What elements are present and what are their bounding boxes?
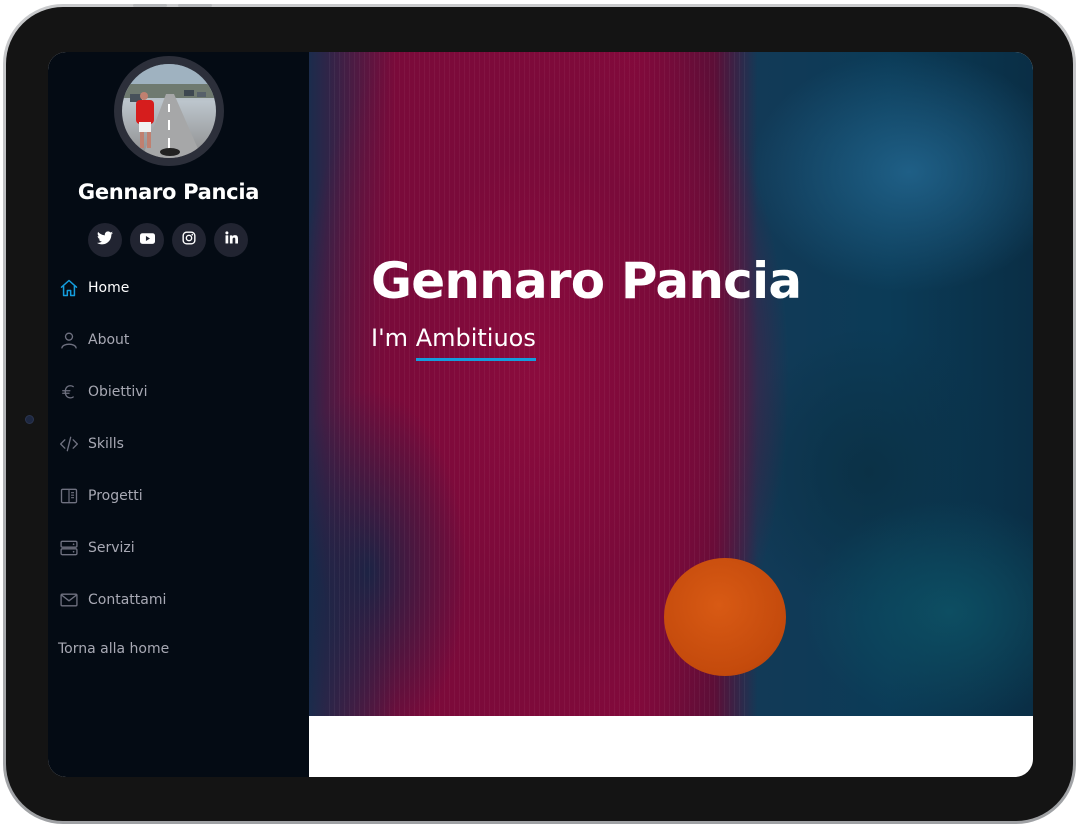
linkedin-icon [224,231,238,249]
linkedin-link[interactable] [214,223,248,257]
home-icon [58,277,80,299]
twitter-link[interactable] [88,223,122,257]
typed-text: Ambitiuos [415,324,537,361]
nav-item-about[interactable]: About [58,324,129,356]
screen: Gennaro Pancia Home About Obiettivi Skil… [48,52,1033,777]
hero-subtitle: I'm Ambitiuos [371,324,537,361]
back-home-link[interactable]: Torna alla home [58,641,169,657]
camera-icon [25,415,34,424]
nav-item-obiettivi[interactable]: Obiettivi [58,376,147,408]
hero-section: Gennaro Pancia I'm Ambitiuos [309,52,1033,716]
profile-photo [122,64,216,158]
youtube-link[interactable] [130,223,164,257]
instagram-link[interactable] [172,223,206,257]
nav-label: Contattami [88,592,167,608]
sidebar: Gennaro Pancia Home About Obiettivi Skil… [48,52,309,777]
code-icon [58,433,80,455]
euro-icon [58,381,80,403]
layout-icon [58,485,80,507]
nav-label: About [88,332,130,348]
nav-label: Obiettivi [88,384,148,400]
twitter-icon [97,230,113,250]
orange-paint-dot [664,558,786,676]
hero-prefix: I'm [371,324,416,352]
nav-label: Servizi [88,540,135,556]
nav-label: Skills [88,436,124,452]
nav-label: Progetti [88,488,143,504]
hero-title: Gennaro Pancia [371,252,802,310]
nav-item-skills[interactable]: Skills [58,428,124,460]
nav-item-contattami[interactable]: Contattami [58,584,166,616]
avatar [114,56,224,166]
instagram-icon [182,230,196,250]
profile-name: Gennaro Pancia [77,180,260,204]
youtube-icon [139,231,155,249]
nav-item-progetti[interactable]: Progetti [58,480,143,512]
envelope-icon [58,589,80,611]
person-icon [58,329,80,351]
server-icon [58,537,80,559]
nav-label: Home [88,280,130,296]
nav-item-home[interactable]: Home [58,272,129,304]
social-links [88,223,248,257]
nav-item-servizi[interactable]: Servizi [58,532,135,564]
